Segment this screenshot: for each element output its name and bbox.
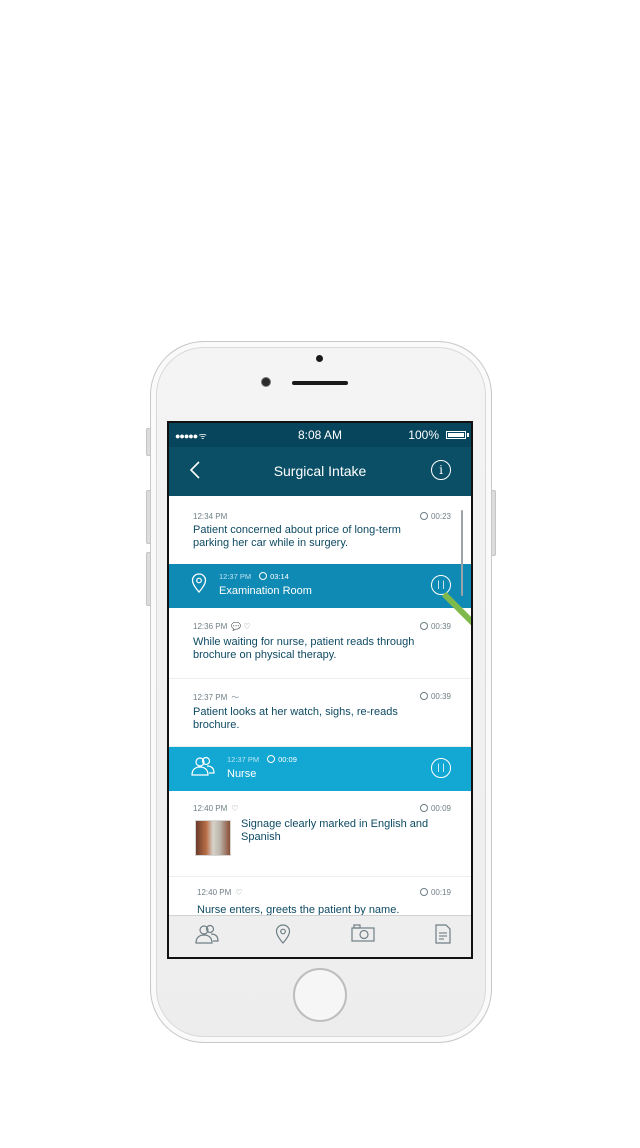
document-icon[interactable] bbox=[431, 924, 455, 948]
clock-icon bbox=[419, 512, 428, 520]
clock-icon bbox=[419, 692, 428, 700]
note-duration: 00:39 bbox=[419, 622, 451, 631]
page-title: Surgical Intake bbox=[273, 463, 367, 479]
person-band[interactable]: 12:37 PM 00:09 Nurse | | bbox=[169, 747, 471, 791]
note-text-line: Patient looks at her watch, sighs, re-re… bbox=[193, 706, 398, 718]
home-button[interactable] bbox=[293, 968, 347, 1022]
clock-icon bbox=[259, 572, 268, 580]
heart-icon: ♡ bbox=[235, 888, 243, 897]
phone-screen: ●●●●● ᯤ 8:08 AM 100% Surgical Intake i 1… bbox=[167, 421, 473, 959]
people-icon bbox=[191, 756, 215, 781]
pause-icon[interactable]: | | bbox=[431, 575, 451, 595]
note-time: 12:34 PM bbox=[193, 512, 228, 521]
camera-icon[interactable] bbox=[351, 924, 375, 948]
note-text-line: Signage clearly marked in English and bbox=[241, 818, 429, 830]
list-item[interactable]: 12:36 PM 💬 ♡ 00:39 While waiting for nurs… bbox=[169, 608, 471, 679]
nav-bar: Surgical Intake i bbox=[169, 447, 471, 496]
band-time: 12:37 PM bbox=[219, 572, 252, 581]
photo-thumbnail[interactable] bbox=[195, 820, 231, 856]
location-band[interactable]: 12:37 PM 03:14 Examination Room | | bbox=[169, 564, 471, 608]
note-text: Patient looks at her watch, sighs, re-re… bbox=[193, 706, 447, 732]
note-duration: 00:39 bbox=[419, 692, 451, 701]
duration-value: 03:14 bbox=[270, 572, 289, 581]
list-item[interactable]: 12:40 PM ♡ 00:09 Signage clearly marked i… bbox=[169, 792, 471, 877]
battery-tip bbox=[467, 433, 469, 437]
note-text: While waiting for nurse, patient reads t… bbox=[193, 636, 447, 662]
note-text-line: While waiting for nurse, patient reads t… bbox=[193, 636, 415, 648]
status-bar: ●●●●● ᯤ 8:08 AM 100% bbox=[169, 423, 471, 447]
info-icon[interactable]: i bbox=[431, 460, 451, 480]
clock-icon bbox=[419, 888, 428, 896]
note-duration: 00:23 bbox=[419, 512, 451, 521]
list-item[interactable]: 12:40 PM ♡ 00:19 Nurse enters, greets the… bbox=[169, 876, 471, 918]
note-text: Patient concerned about price of long-te… bbox=[193, 524, 447, 550]
battery-icon bbox=[446, 431, 466, 439]
band-meta: 12:37 PM 00:09 bbox=[227, 755, 297, 764]
band-meta: 12:37 PM 03:14 bbox=[219, 572, 289, 581]
note-duration: 00:19 bbox=[419, 888, 451, 897]
note-meta: 12:36 PM 💬 ♡ bbox=[193, 622, 251, 631]
people-icon[interactable] bbox=[195, 924, 219, 948]
comment-heart-icon: 💬 ♡ bbox=[231, 622, 251, 631]
note-meta: 12:40 PM ♡ bbox=[197, 888, 242, 897]
scrollbar[interactable] bbox=[461, 510, 463, 596]
note-time: 12:37 PM bbox=[193, 693, 228, 702]
note-text: Signage clearly marked in English and Sp… bbox=[241, 818, 447, 844]
note-time: 12:40 PM bbox=[197, 888, 232, 897]
note-text-line: parking her car while in surgery. bbox=[193, 537, 349, 549]
band-duration: 00:09 bbox=[267, 755, 297, 764]
location-pin-icon bbox=[191, 573, 207, 598]
note-time: 12:36 PM bbox=[193, 622, 228, 631]
note-text-line: brochure. bbox=[193, 719, 240, 731]
note-time: 12:40 PM bbox=[193, 804, 228, 813]
clock-icon bbox=[419, 622, 428, 630]
band-label: Nurse bbox=[227, 768, 257, 780]
sigh-icon: 〜 bbox=[231, 693, 240, 702]
band-time: 12:37 PM bbox=[227, 755, 260, 764]
observation-feed[interactable]: 12:34 PM 00:23 Patient concerned about p… bbox=[169, 496, 471, 918]
clock-icon bbox=[419, 804, 428, 812]
clock-icon bbox=[267, 755, 276, 763]
band-duration: 03:14 bbox=[259, 572, 289, 581]
duration-value: 00:19 bbox=[430, 888, 451, 897]
duration-value: 00:23 bbox=[430, 512, 451, 521]
tab-bar bbox=[169, 915, 471, 957]
proximity-sensor bbox=[316, 355, 323, 362]
band-label: Examination Room bbox=[219, 585, 312, 597]
duration-value: 00:39 bbox=[430, 622, 451, 631]
front-camera bbox=[261, 377, 271, 387]
location-pin-icon[interactable] bbox=[271, 924, 295, 948]
note-meta: 12:37 PM 〜 bbox=[193, 692, 239, 703]
list-item[interactable]: 12:37 PM 〜 00:39 Patient looks at her wat… bbox=[169, 678, 471, 747]
note-duration: 00:09 bbox=[419, 804, 451, 813]
list-item[interactable]: 12:34 PM 00:23 Patient concerned about p… bbox=[169, 496, 471, 565]
heart-icon: ♡ bbox=[231, 804, 239, 813]
duration-value: 00:09 bbox=[278, 755, 297, 764]
note-text-line: brochure on physical therapy. bbox=[193, 649, 337, 661]
note-meta: 12:40 PM ♡ bbox=[193, 804, 238, 813]
duration-value: 00:39 bbox=[430, 692, 451, 701]
note-text-line: Patient concerned about price of long-te… bbox=[193, 524, 401, 536]
earpiece-speaker bbox=[292, 381, 348, 385]
note-text-line: Spanish bbox=[241, 831, 281, 843]
pause-icon[interactable]: | | bbox=[431, 758, 451, 778]
duration-value: 00:09 bbox=[430, 804, 451, 813]
battery-percent: 100% bbox=[408, 428, 439, 442]
